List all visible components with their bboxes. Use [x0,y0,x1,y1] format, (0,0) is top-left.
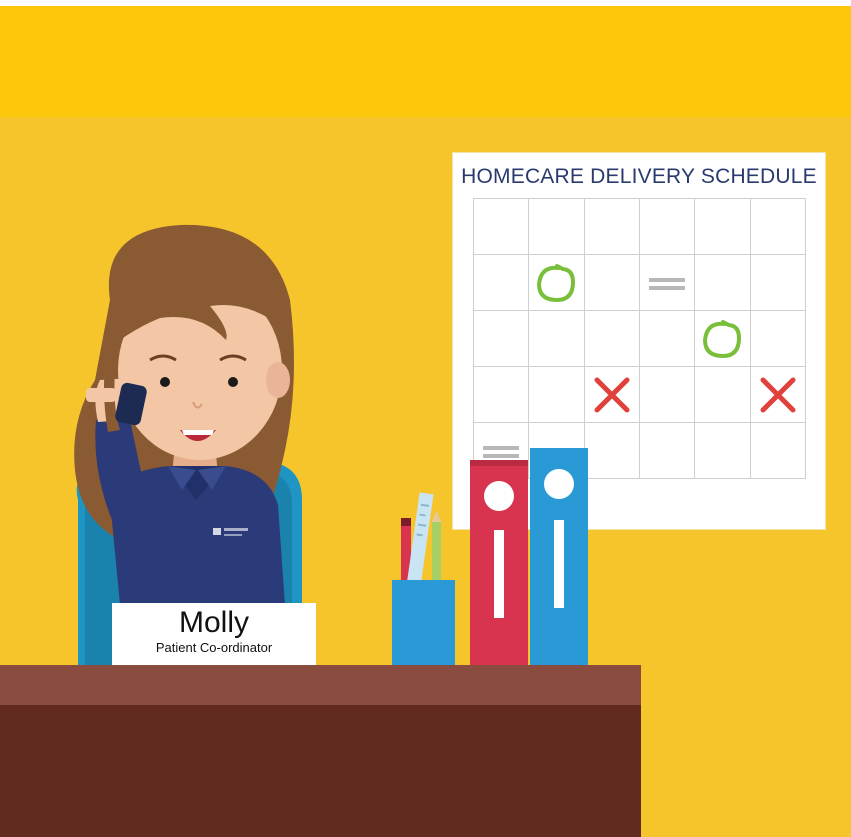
nameplate-name: Molly [178,606,249,639]
binder-icon [470,448,588,665]
office-scene: HOMECARE DELIVERY SCHEDULE Molly Patient… [0,0,851,837]
illustration-layer [0,224,641,837]
nameplate-role: Patient Co-ordinator [155,640,273,655]
nameplate: Molly Patient Co-ordinator [112,603,316,665]
desk [0,665,641,837]
pencil-holder-icon [392,492,455,665]
